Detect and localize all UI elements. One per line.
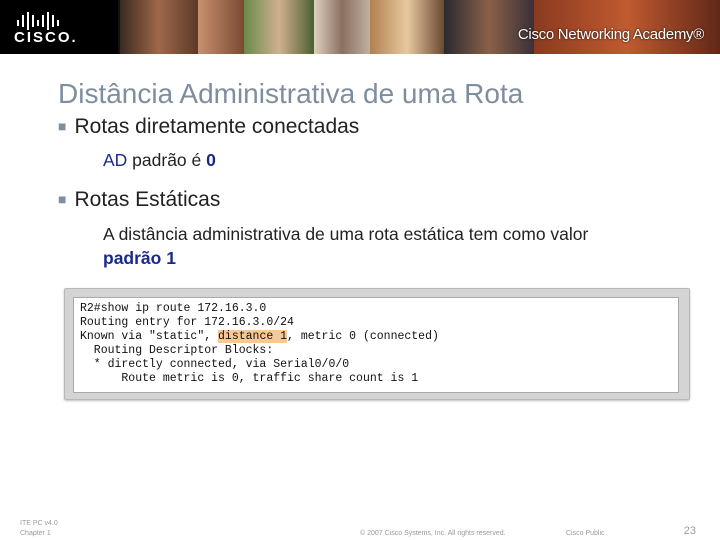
bullet-direct-routes: ■ Rotas diretamente conectadas <box>58 115 359 139</box>
academy-wordmark: Cisco Networking Academy® <box>517 26 704 43</box>
terminal-line: Routing Descriptor Blocks: <box>80 344 274 357</box>
bullet-static-routes: ■ Rotas Estáticas <box>58 188 220 212</box>
square-bullet-icon: ■ <box>58 118 67 134</box>
ad-label: AD <box>103 150 128 170</box>
banner-photo <box>198 0 244 54</box>
footer-classification: Cisco Public <box>566 530 605 537</box>
terminal-line: Routing entry for 172.16.3.0/24 <box>80 316 294 329</box>
terminal-line: Known via "static", distance 1, metric 0… <box>80 330 439 344</box>
terminal-line: Route metric is 0, traffic share count i… <box>80 372 419 385</box>
bullet-label: Rotas diretamente conectadas <box>74 115 360 138</box>
banner-photo <box>314 0 370 54</box>
terminal-line: R2#show ip route 172.16.3.0 <box>80 302 267 315</box>
terminal-line-end: , metric 0 (connected) <box>287 330 439 343</box>
cisco-bars-icon <box>17 12 59 30</box>
terminal-output: R2#show ip route 172.16.3.0 Routing entr… <box>73 297 679 393</box>
square-bullet-icon: ■ <box>58 191 67 207</box>
terminal-line: * directly connected, via Serial0/0/0 <box>80 358 350 371</box>
banner-photo <box>120 0 198 54</box>
banner-photo <box>370 0 444 54</box>
ad-value: 0 <box>206 150 216 170</box>
cisco-wordmark: CISCO. <box>14 29 78 46</box>
bullet-static-routes-detail-line1: A distância administrativa de uma rota e… <box>103 224 589 244</box>
terminal-line-start: Known via "static", <box>80 330 219 343</box>
footer-course: ITE PC v4.0 <box>20 520 58 527</box>
page-number: 23 <box>683 525 696 537</box>
bullet-label: Rotas Estáticas <box>74 188 221 211</box>
bullet-direct-routes-detail: AD padrão é 0 <box>103 148 216 172</box>
header-banner: CISCO. Cisco Networking Academy® <box>0 0 720 54</box>
default-value: padrão 1 <box>103 248 176 268</box>
terminal-screenshot: R2#show ip route 172.16.3.0 Routing entr… <box>64 288 690 400</box>
footer-chapter: Chapter 1 <box>20 530 51 537</box>
bullet-static-routes-detail-line2: padrão 1 <box>103 246 176 270</box>
cisco-logo: CISCO. <box>0 0 118 54</box>
terminal-highlight: distance 1 <box>218 330 288 343</box>
banner-photo <box>244 0 314 54</box>
ad-text: padrão é <box>127 150 207 170</box>
slide-title: Distância Administrativa de uma Rota <box>58 78 524 109</box>
footer-copyright: © 2007 Cisco Systems, Inc. All rights re… <box>360 530 506 537</box>
